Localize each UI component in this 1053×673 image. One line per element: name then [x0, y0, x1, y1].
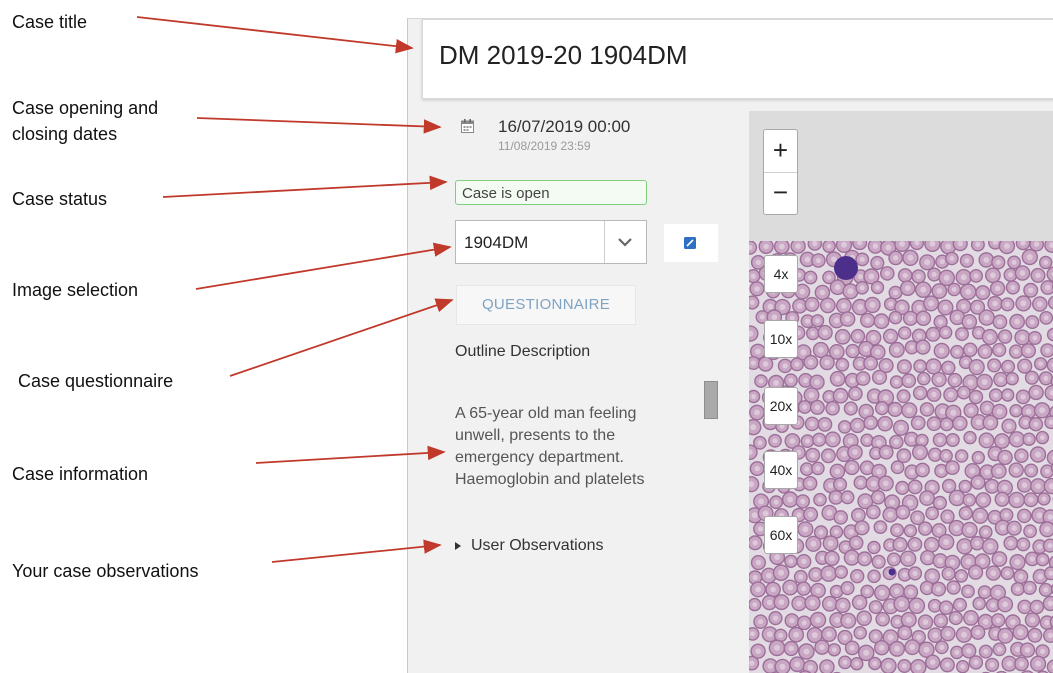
zoom-out-button[interactable]: − [764, 172, 797, 214]
zoom-in-button[interactable]: + [764, 130, 797, 173]
magnification-40x-button[interactable]: 40x [764, 451, 798, 489]
case-open-date: 16/07/2019 00:00 [498, 117, 630, 137]
case-status-badge: Case is open [455, 180, 647, 205]
annotation-dates-line1: Case opening and [12, 96, 158, 120]
case-info-line: A 65-year old man feeling [455, 403, 705, 425]
magnification-4x-button[interactable]: 4x [764, 255, 798, 293]
case-info-line: emergency department. [455, 447, 705, 469]
calendar-icon [461, 119, 474, 133]
arrow-case-title [137, 17, 412, 48]
case-viewer-app: DM 2019-20 1904DM 16/07/2019 00:00 11/08… [407, 18, 1053, 673]
annotation-case-status: Case status [12, 187, 107, 211]
case-title: DM 2019-20 1904DM [439, 40, 688, 71]
image-select-dropdown[interactable]: 1904DM [455, 220, 647, 264]
annotation-case-information: Case information [12, 462, 148, 486]
image-select-value: 1904DM [464, 233, 528, 253]
case-close-date: 11/08/2019 23:59 [498, 139, 591, 153]
magnification-10x-button[interactable]: 10x [764, 320, 798, 358]
triangle-right-icon [455, 542, 461, 550]
user-observations-toggle[interactable]: User Observations [455, 537, 604, 555]
select-divider [604, 221, 605, 263]
description-scrollbar[interactable] [704, 381, 718, 419]
arrow-case-dates [197, 118, 440, 127]
case-info-line: unwell, presents to the [455, 425, 705, 447]
magnification-20x-button[interactable]: 20x [764, 387, 798, 425]
annotation-case-questionnaire: Case questionnaire [18, 369, 173, 393]
magnification-60x-button[interactable]: 60x [764, 516, 798, 554]
slide-viewer[interactable]: + − 4x 10x 20x 40x 60x [749, 111, 1053, 673]
arrow-case-status [163, 182, 446, 197]
case-info-line: Haemoglobin and platelets [455, 469, 705, 491]
annotation-case-title: Case title [12, 10, 87, 34]
zoom-controls: + − [763, 129, 798, 215]
user-observations-label: User Observations [471, 537, 604, 554]
edit-icon [684, 237, 696, 249]
case-information-text: A 65-year old man feeling unwell, presen… [455, 403, 705, 491]
annotation-image-selection: Image selection [12, 278, 138, 302]
annotation-your-observations: Your case observations [12, 559, 198, 583]
edit-image-button[interactable] [664, 224, 718, 262]
questionnaire-button[interactable]: QUESTIONNAIRE [456, 285, 636, 325]
annotation-dates-line2: closing dates [12, 122, 117, 146]
chevron-down-icon[interactable] [616, 235, 634, 249]
outline-description-heading: Outline Description [455, 343, 590, 361]
case-title-bar: DM 2019-20 1904DM [422, 19, 1053, 99]
